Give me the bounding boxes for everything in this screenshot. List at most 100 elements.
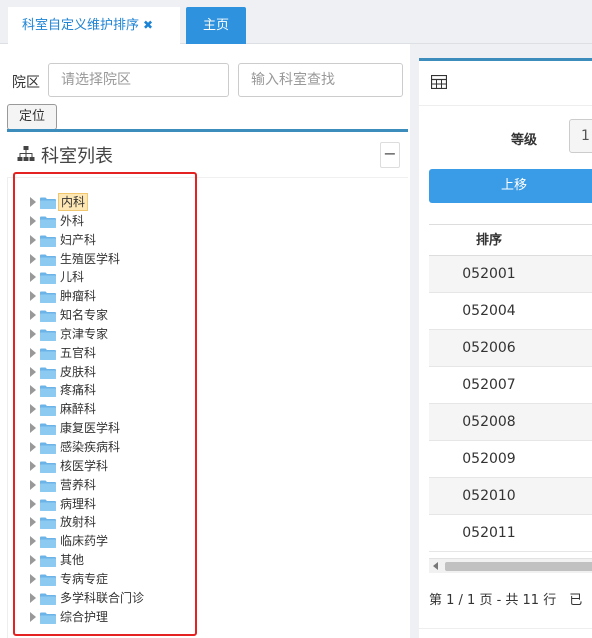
folder-icon bbox=[40, 574, 56, 586]
tree-item[interactable]: 内科 bbox=[30, 193, 146, 212]
expand-arrow-icon[interactable] bbox=[30, 536, 36, 547]
tree-item[interactable]: 放射科 bbox=[30, 513, 146, 532]
tab-dept-sort[interactable]: 科室自定义维护排序 ✖ bbox=[8, 7, 180, 44]
expand-arrow-icon[interactable] bbox=[30, 611, 36, 622]
tree-item-label: 核医学科 bbox=[60, 458, 109, 473]
tree-item-label: 麻醉科 bbox=[60, 402, 97, 417]
locate-button[interactable]: 定位 bbox=[7, 104, 57, 130]
tree-item[interactable]: 营养科 bbox=[30, 476, 146, 495]
sitemap-icon bbox=[17, 146, 35, 161]
dept-tree: 内科 外科 妇产科 生殖医学科儿科 肿瘤科 知名专家 京津专家五官科 皮肤科疼痛科麻醉科康复医… bbox=[30, 193, 146, 626]
tree-item-label: 康复医学科 bbox=[60, 421, 121, 436]
tree-item-label: 内科 bbox=[58, 193, 89, 211]
tree-item[interactable]: 疼痛科 bbox=[30, 381, 146, 400]
table-row[interactable]: 052001 bbox=[429, 256, 592, 293]
folder-icon bbox=[40, 423, 56, 436]
tree-item[interactable]: 五官科 bbox=[30, 344, 146, 363]
folder-icon bbox=[40, 197, 56, 209]
tree-item[interactable]: 病理科 bbox=[30, 495, 146, 514]
folder-icon bbox=[40, 442, 56, 454]
dept-search-input[interactable]: 输入科室查找 bbox=[238, 63, 403, 97]
expand-arrow-icon[interactable] bbox=[30, 366, 36, 377]
table-row[interactable]: 052008 bbox=[429, 404, 592, 441]
horizontal-scrollbar[interactable] bbox=[429, 558, 592, 573]
scroll-left-icon[interactable] bbox=[433, 562, 438, 570]
folder-icon bbox=[40, 480, 56, 492]
folder-icon bbox=[40, 272, 56, 285]
expand-arrow-icon[interactable] bbox=[30, 573, 36, 584]
expand-arrow-icon[interactable] bbox=[30, 291, 36, 302]
pager-info: 第 1 / 1 页 - 共 11 行 已 bbox=[429, 593, 583, 608]
table-row[interactable]: 052011 bbox=[429, 515, 592, 552]
move-up-button[interactable]: 上移 bbox=[429, 169, 592, 203]
expand-arrow-icon[interactable] bbox=[30, 460, 36, 471]
expand-arrow-icon[interactable] bbox=[30, 310, 36, 321]
sort-pane: 等级 1 上移 排序 052001 052004 052006 052007 05200… bbox=[419, 58, 592, 638]
tree-item-label: 生殖医学科 bbox=[60, 251, 121, 266]
tree-item-label: 皮肤科 bbox=[60, 364, 97, 379]
expand-arrow-icon[interactable] bbox=[30, 592, 36, 603]
table-row[interactable]: 052007 bbox=[429, 367, 592, 404]
tree-item[interactable]: 临床药学 bbox=[30, 532, 146, 551]
table-grid-icon bbox=[431, 75, 447, 89]
tree-item[interactable]: 其他 bbox=[30, 551, 146, 570]
tree-item[interactable]: 感染疾病科 bbox=[30, 438, 146, 457]
tree-item[interactable]: 康复医学科 bbox=[30, 419, 146, 438]
divider bbox=[419, 628, 592, 629]
tree-item[interactable]: 京津专家 bbox=[30, 325, 146, 344]
folder-icon bbox=[40, 536, 56, 549]
folder-icon bbox=[40, 235, 56, 247]
table-row[interactable]: 052010 bbox=[429, 478, 592, 515]
tree-item[interactable]: 妇产科 bbox=[30, 231, 146, 250]
expand-arrow-icon[interactable] bbox=[30, 253, 36, 264]
tree-item[interactable]: 麻醉科 bbox=[30, 400, 146, 419]
collapse-button[interactable]: − bbox=[380, 142, 400, 168]
expand-arrow-icon[interactable] bbox=[30, 517, 36, 528]
tree-item[interactable]: 专病专症 bbox=[30, 570, 146, 589]
folder-icon bbox=[40, 593, 56, 605]
tree-item-label: 临床药学 bbox=[60, 534, 109, 549]
scrollbar-thumb[interactable] bbox=[445, 562, 592, 571]
expand-arrow-icon[interactable] bbox=[30, 197, 36, 207]
tree-item[interactable]: 多学科联合门诊 bbox=[30, 589, 146, 608]
tree-item[interactable]: 肿瘤科 bbox=[30, 287, 146, 306]
expand-arrow-icon[interactable] bbox=[30, 555, 36, 566]
expand-arrow-icon[interactable] bbox=[30, 404, 36, 415]
tree-item[interactable]: 核医学科 bbox=[30, 457, 146, 476]
tree-item[interactable]: 生殖医学科 bbox=[30, 250, 146, 269]
expand-arrow-icon[interactable] bbox=[30, 385, 36, 396]
folder-icon bbox=[40, 499, 56, 511]
expand-arrow-icon[interactable] bbox=[30, 423, 36, 434]
expand-arrow-icon[interactable] bbox=[30, 479, 36, 490]
tree-item[interactable]: 外科 bbox=[30, 212, 146, 231]
table-row[interactable]: 052009 bbox=[429, 441, 592, 478]
tree-item-label: 放射科 bbox=[60, 515, 97, 530]
expand-arrow-icon[interactable] bbox=[30, 347, 36, 358]
tree-item[interactable]: 知名专家 bbox=[30, 306, 146, 325]
close-icon[interactable]: ✖ bbox=[143, 18, 153, 32]
expand-arrow-icon[interactable] bbox=[30, 272, 36, 283]
sort-table: 排序 052001 052004 052006 052007 052008 052009 0… bbox=[429, 224, 592, 552]
tree-item[interactable]: 综合护理 bbox=[30, 608, 146, 627]
tree-item[interactable]: 皮肤科 bbox=[30, 363, 146, 382]
expand-arrow-icon[interactable] bbox=[30, 328, 36, 339]
folder-icon bbox=[40, 517, 56, 530]
folder-icon bbox=[40, 329, 56, 341]
expand-arrow-icon[interactable] bbox=[30, 498, 36, 509]
folder-icon bbox=[40, 254, 56, 266]
expand-arrow-icon[interactable] bbox=[30, 441, 36, 452]
tree-item-label: 感染疾病科 bbox=[60, 439, 121, 454]
tab-home[interactable]: 主页 bbox=[186, 7, 246, 44]
folder-icon bbox=[40, 291, 56, 304]
expand-arrow-icon[interactable] bbox=[30, 215, 36, 226]
folder-icon bbox=[40, 404, 56, 417]
campus-select[interactable]: 请选择院区 bbox=[48, 63, 229, 97]
tree-item-label: 京津专家 bbox=[60, 326, 109, 341]
table-row[interactable]: 052004 bbox=[429, 293, 592, 330]
column-header-sort[interactable]: 排序 bbox=[429, 224, 592, 256]
level-input[interactable]: 1 bbox=[569, 119, 592, 153]
table-row[interactable]: 052006 bbox=[429, 330, 592, 367]
campus-label: 院区 bbox=[12, 75, 40, 91]
tree-item[interactable]: 儿科 bbox=[30, 268, 146, 287]
expand-arrow-icon[interactable] bbox=[30, 234, 36, 245]
